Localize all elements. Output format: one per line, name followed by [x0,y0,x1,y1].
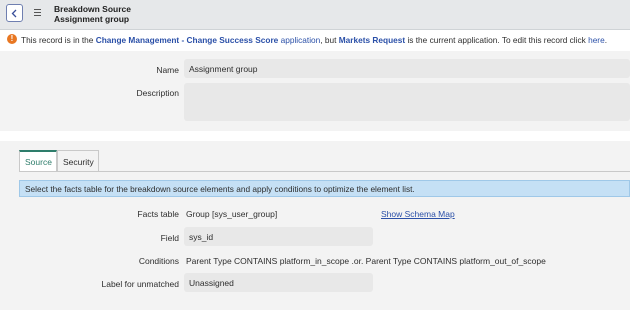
field-input[interactable]: sys_id [184,227,373,246]
unmatched-input[interactable]: Unassigned [184,273,373,292]
application-word: application [278,35,321,45]
facts-table-value: Group [sys_user_group] [186,209,278,219]
unmatched-label: Label for unmatched [101,279,180,289]
field-label: Field [160,233,179,243]
name-field[interactable]: Assignment group [184,59,630,78]
main-form: Name Assignment group Description [0,51,630,131]
scope-warning-banner: ! This record is in the Change Managemen… [0,30,630,50]
section-separator [0,131,630,141]
conditions-label: Conditions [138,256,179,266]
record-type-title: Breakdown Source [54,4,131,14]
hamburger-icon[interactable] [34,9,41,16]
facts-table-label: Facts table [137,209,179,219]
back-button[interactable] [6,4,23,22]
show-schema-map-link[interactable]: Show Schema Map [381,209,455,219]
conditions-value: Parent Type CONTAINS platform_in_scope .… [186,256,546,266]
description-field[interactable] [184,83,630,121]
source-info-message: Select the facts table for the breakdown… [19,180,630,197]
chevron-left-icon [11,9,17,18]
description-label: Description [136,88,179,98]
scope-app-link[interactable]: Change Management - Change Success Score [96,35,279,45]
tab-security[interactable]: Security [57,150,99,171]
edit-here-link[interactable]: here [588,35,605,45]
name-label: Name [156,65,179,75]
record-display-name: Assignment group [54,14,130,24]
banner-message: This record is in the Change Management … [21,35,607,45]
tab-divider [19,171,630,172]
tabbed-section: Source Security Select the facts table f… [0,141,630,310]
current-app-link[interactable]: Markets Request [339,35,405,45]
warning-icon: ! [7,34,17,44]
record-header: Breakdown Source Assignment group [0,0,630,30]
tab-source[interactable]: Source [19,150,57,171]
